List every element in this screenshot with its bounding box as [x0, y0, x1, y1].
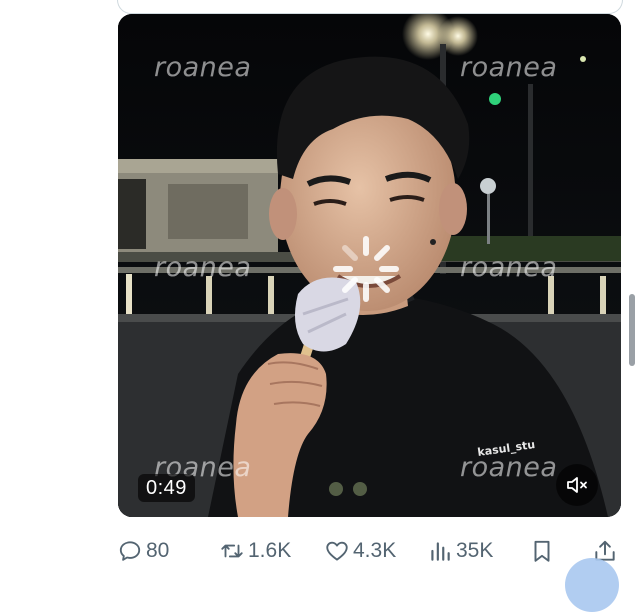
repost-count: 1.6K — [248, 539, 292, 562]
video-duration: 0:49 — [138, 474, 195, 502]
reply-button[interactable]: 80 — [117, 535, 169, 567]
speaker-muted-icon — [567, 477, 587, 493]
page-scrollbar[interactable] — [629, 294, 635, 366]
loading-spinner-icon — [333, 236, 399, 302]
like-count: 4.3K — [353, 539, 397, 562]
views-button[interactable]: 35K — [427, 535, 493, 567]
tweet-card-border — [117, 0, 623, 14]
video-player[interactable]: kasul_stu roanea roanea roanea roanea ro… — [118, 14, 621, 517]
bookmark-icon — [534, 540, 550, 562]
reply-count: 80 — [146, 539, 170, 562]
repost-icon — [221, 544, 243, 558]
reply-icon — [119, 541, 141, 561]
bookmark-button[interactable] — [529, 535, 555, 567]
unmute-button[interactable] — [556, 464, 598, 506]
heart-icon — [326, 541, 348, 561]
like-button[interactable]: 4.3K — [324, 535, 396, 567]
views-icon — [431, 542, 450, 561]
floating-action-button[interactable] — [565, 558, 619, 612]
view-count: 35K — [456, 539, 494, 562]
repost-button[interactable]: 1.6K — [219, 535, 291, 567]
tweet-action-bar: 80 1.6K 4.3K 35K — [117, 535, 622, 567]
